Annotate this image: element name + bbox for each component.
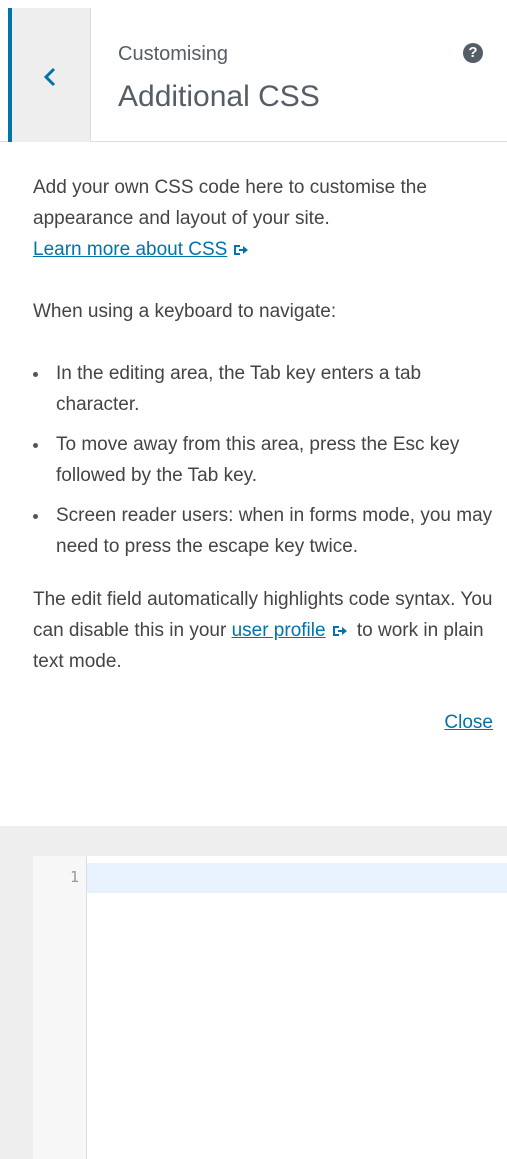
external-link-icon — [234, 245, 249, 255]
breadcrumb: Customising — [118, 43, 229, 65]
syntax-paragraph: The edit field automatically highlights … — [33, 589, 493, 672]
section-header: Customising Additional CSS ? — [0, 0, 507, 142]
intro-text: Add your own CSS code here to customise … — [33, 177, 427, 229]
keyboard-tips-list: In the editing area, the Tab key enters … — [33, 358, 493, 562]
external-link-icon — [332, 626, 347, 636]
keyboard-heading: When using a keyboard to navigate: — [33, 301, 337, 322]
bullet-icon — [33, 514, 38, 519]
chevron-left-icon — [43, 67, 56, 87]
line-number: 1 — [69, 868, 79, 886]
page-title: Additional CSS — [118, 80, 320, 113]
back-button[interactable] — [8, 8, 91, 142]
header-text: Customising Additional CSS — [118, 40, 320, 115]
user-profile-link[interactable]: user profile — [232, 620, 326, 641]
css-editor[interactable]: 1 — [33, 856, 507, 1159]
description-panel: Add your own CSS code here to customise … — [0, 142, 507, 826]
code-input[interactable] — [87, 856, 507, 1159]
line-number-gutter: 1 — [33, 856, 87, 1159]
help-icon[interactable]: ? — [463, 43, 483, 63]
learn-more-link[interactable]: Learn more about CSS — [33, 239, 227, 260]
close-link[interactable]: Close — [444, 712, 493, 733]
list-item: In the editing area, the Tab key enters … — [33, 358, 493, 420]
list-item: To move away from this area, press the E… — [33, 429, 493, 491]
list-item: Screen reader users: when in forms mode,… — [33, 500, 493, 562]
bullet-icon — [33, 443, 38, 448]
intro-paragraph: Add your own CSS code here to customise … — [33, 172, 493, 265]
bullet-icon — [33, 372, 38, 377]
